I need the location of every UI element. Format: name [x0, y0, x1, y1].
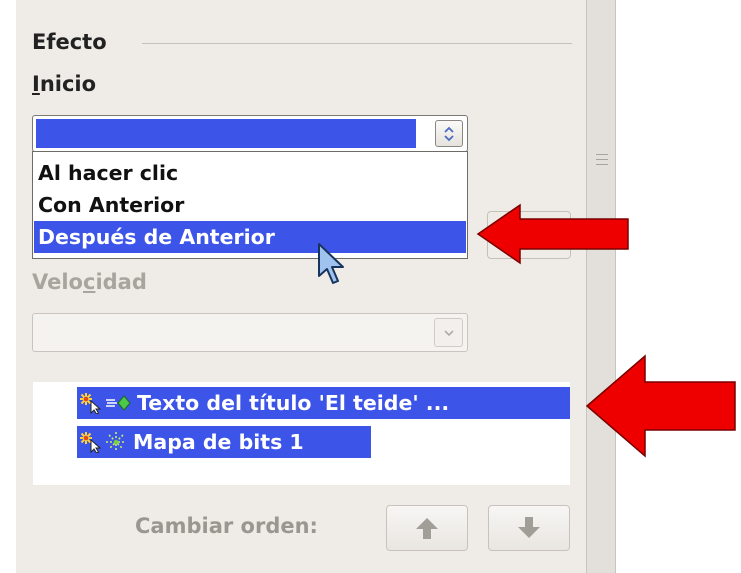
- section-divider: [142, 43, 572, 44]
- combobox-toggle-button[interactable]: [435, 120, 463, 147]
- inicio-combobox-value: [36, 119, 416, 148]
- scrollbar-grip[interactable]: [596, 150, 608, 170]
- velocidad-combobox: [32, 313, 468, 352]
- change-order-label: Cambiar orden:: [135, 514, 318, 538]
- mouse-click-start-icon: [80, 393, 101, 414]
- inicio-combobox[interactable]: [32, 115, 468, 152]
- arrow-up-icon: [416, 518, 438, 539]
- dropdown-option-despues-de-anterior[interactable]: Después de Anterior: [34, 221, 466, 253]
- velocidad-toggle-button: [434, 318, 463, 347]
- effect-list-item-bitmap[interactable]: Mapa de bits 1: [77, 426, 371, 458]
- move-down-button[interactable]: [488, 505, 570, 551]
- up-down-chevron-icon: [444, 126, 454, 141]
- inicio-label-rest: nicio: [39, 72, 97, 96]
- annotation-arrow-list: [585, 354, 736, 458]
- annotation-arrow-dropdown: [476, 203, 629, 265]
- panel-scrollbar[interactable]: [586, 0, 616, 573]
- inicio-dropdown-list[interactable]: Al hacer clic Con Anterior Después de An…: [32, 151, 468, 259]
- velocidad-label-start: Velo: [32, 270, 83, 294]
- mouse-click-start-icon: [80, 432, 101, 453]
- velocidad-label-end: idad: [95, 270, 147, 294]
- velocidad-mnemonic: c: [82, 270, 96, 294]
- inicio-label: Inicio: [32, 72, 96, 96]
- move-up-button[interactable]: [386, 505, 468, 551]
- effect-list-item-label: Mapa de bits 1: [133, 430, 304, 454]
- velocidad-label: Velocidad: [32, 270, 147, 294]
- effect-list-item-label: Texto del título 'El teide' ...: [137, 391, 450, 415]
- animation-effects-list[interactable]: Texto del título 'El teide' ... Mapa de …: [33, 382, 570, 485]
- sparkle-effect-icon: [106, 432, 126, 452]
- fly-in-effect-icon: [106, 395, 131, 411]
- arrow-down-icon: [518, 517, 540, 538]
- section-title-efecto: Efecto: [32, 30, 107, 54]
- dropdown-option-con-anterior[interactable]: Con Anterior: [34, 189, 466, 221]
- chevron-down-icon: [443, 329, 454, 336]
- effect-list-item-title[interactable]: Texto del título 'El teide' ...: [77, 387, 570, 419]
- inicio-mnemonic: I: [32, 72, 40, 96]
- mouse-cursor-icon: [318, 243, 344, 284]
- dropdown-option-al-hacer-clic[interactable]: Al hacer clic: [34, 157, 466, 189]
